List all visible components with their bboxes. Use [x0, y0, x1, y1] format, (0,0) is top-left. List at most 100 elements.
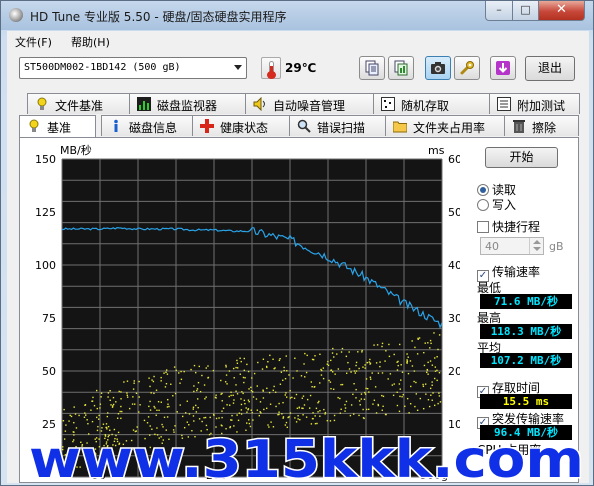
- access-time-point: [417, 337, 419, 340]
- access-time-point: [328, 379, 330, 382]
- access-time-point: [375, 412, 378, 414]
- title-bar[interactable]: HD Tune 专业版 5.50 - 硬盘/固态硬盘实用程序 – □ ✕: [1, 1, 593, 30]
- access-time-point: [337, 368, 340, 370]
- tab-health[interactable]: 健康状态: [192, 115, 290, 136]
- tab-random-access[interactable]: 随机存取: [373, 93, 490, 114]
- access-time-point: [381, 342, 384, 345]
- access-time-point: [377, 404, 380, 407]
- copy-info-button[interactable]: [388, 56, 414, 80]
- access-time-point: [95, 389, 98, 392]
- access-time-point: [278, 359, 281, 362]
- maximize-button[interactable]: □: [512, 1, 539, 21]
- access-time-point: [248, 422, 251, 425]
- access-time-point: [78, 414, 80, 417]
- save-button[interactable]: [490, 56, 516, 80]
- watermark-text: www.315kkk.com: [29, 430, 584, 486]
- access-time-point: [411, 340, 413, 342]
- access-time-point: [186, 421, 189, 423]
- access-time-point: [274, 391, 277, 393]
- access-time-point: [431, 384, 433, 386]
- close-button[interactable]: ✕: [538, 1, 585, 21]
- access-time-point: [416, 353, 419, 355]
- access-time-point: [361, 351, 363, 353]
- access-time-point: [278, 413, 280, 416]
- stepper-arrows-icon[interactable]: [529, 238, 543, 254]
- short-stroke-stepper[interactable]: 40: [480, 237, 544, 255]
- access-time-point: [267, 424, 269, 426]
- access-time-point: [436, 356, 438, 358]
- tab-extra-tests[interactable]: 附加测试: [489, 93, 580, 114]
- access-time-point: [347, 361, 349, 364]
- access-time-point: [178, 372, 180, 374]
- short-stroke-option[interactable]: 快捷行程: [477, 218, 540, 235]
- tab-folder-usage[interactable]: 文件夹占用率: [385, 115, 505, 136]
- access-time-point: [322, 367, 325, 369]
- access-time-point: [304, 376, 306, 378]
- access-time-point: [303, 363, 305, 365]
- access-time-point: [365, 378, 368, 380]
- tab-disk-monitor[interactable]: 磁盘监视器: [129, 93, 246, 114]
- access-time-point: [348, 368, 351, 370]
- minimize-button[interactable]: –: [485, 1, 513, 21]
- tab-erase[interactable]: 擦除: [504, 115, 579, 136]
- access-time-point: [297, 418, 299, 420]
- y-axis-left-label: MB/秒: [60, 143, 92, 157]
- access-time-point: [242, 376, 245, 379]
- menu-bar: 文件(F) 帮助(H): [7, 31, 589, 51]
- access-time-point: [153, 375, 155, 378]
- max-readout: 118.3 MB/秒: [480, 324, 572, 339]
- screenshot-button[interactable]: [425, 56, 451, 80]
- write-radio[interactable]: [477, 199, 489, 211]
- tab-error-scan[interactable]: 错误扫描: [289, 115, 386, 136]
- access-time-point: [373, 344, 375, 346]
- access-time-point: [175, 369, 177, 372]
- access-time-point: [263, 408, 265, 411]
- write-radio-option[interactable]: 写入: [477, 196, 516, 213]
- access-time-point: [92, 396, 94, 399]
- access-time-point: [384, 413, 387, 416]
- main-panel: ST500DM002-1BD142 (500 gB) 29℃ 退出 文件基准 磁…: [7, 51, 589, 483]
- access-time-point: [419, 397, 422, 400]
- menu-help[interactable]: 帮助(H): [71, 34, 110, 50]
- access-time-point: [120, 398, 122, 400]
- access-time-point: [258, 414, 260, 417]
- exit-button[interactable]: 退出: [525, 56, 575, 81]
- access-time-point: [199, 390, 202, 393]
- tab-benchmark[interactable]: 基准: [19, 115, 96, 137]
- read-radio[interactable]: [477, 184, 489, 196]
- access-time-point: [357, 351, 359, 353]
- menu-file[interactable]: 文件(F): [15, 34, 52, 50]
- access-time-point: [409, 360, 412, 362]
- access-time-point: [107, 396, 109, 398]
- start-button[interactable]: 开始: [485, 147, 558, 168]
- short-stroke-checkbox[interactable]: [477, 221, 489, 233]
- access-time-point: [120, 417, 122, 420]
- access-time-point: [355, 397, 357, 399]
- access-time-point: [188, 424, 190, 426]
- tab-noise-management[interactable]: 自动噪音管理: [245, 93, 374, 114]
- tab-folder-usage-label: 文件夹占用率: [413, 121, 486, 135]
- access-time-point: [289, 397, 292, 399]
- options-button[interactable]: [454, 56, 480, 80]
- access-time-point: [426, 371, 428, 374]
- transfer-rate-label: 传输速率: [492, 265, 541, 279]
- disk-monitor-icon: [137, 97, 151, 111]
- copy-text-icon: [365, 60, 379, 76]
- access-time-point: [381, 345, 383, 348]
- access-time-point: [289, 389, 291, 392]
- access-time-point: [143, 419, 146, 422]
- access-time-point: [438, 395, 441, 397]
- y-axis-right-label: ms: [428, 144, 445, 157]
- tab-file-benchmark[interactable]: 文件基准: [27, 93, 130, 114]
- access-time-point: [368, 408, 370, 411]
- tab-disk-info[interactable]: 磁盘信息: [101, 115, 193, 136]
- access-time-point: [62, 420, 65, 422]
- access-time-point: [374, 386, 377, 388]
- access-time-point: [300, 375, 303, 377]
- access-time-point: [433, 332, 435, 334]
- access-time-point: [198, 365, 200, 368]
- drive-select[interactable]: ST500DM002-1BD142 (500 gB): [19, 57, 247, 79]
- access-time-readout: 15.5 ms: [480, 394, 572, 409]
- copy-text-button[interactable]: [359, 56, 385, 80]
- access-time-point: [287, 416, 289, 419]
